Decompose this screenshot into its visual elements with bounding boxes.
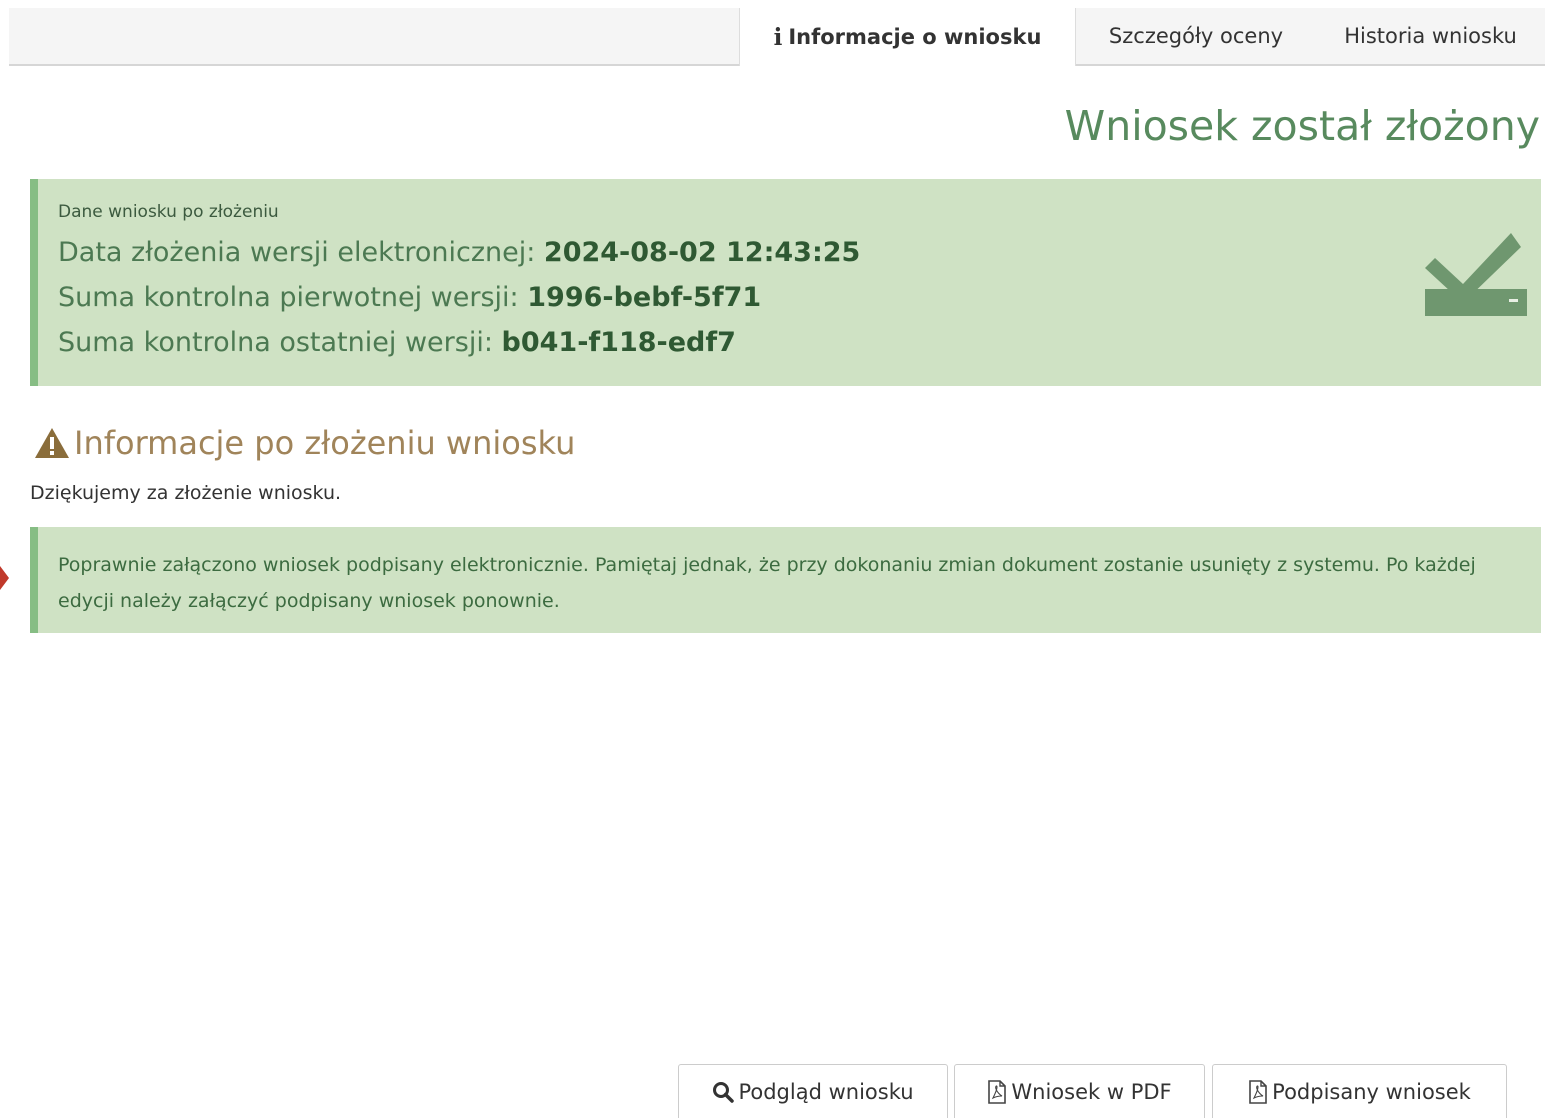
submission-date-value: 2024-08-02 12:43:25 xyxy=(543,237,861,268)
page-title: Wniosek został złożony xyxy=(1064,102,1540,150)
tab-bar: i Informacje o wniosku Szczegóły oceny H… xyxy=(9,8,1545,66)
info-icon: i xyxy=(773,23,783,51)
button-label: Podgląd wniosku xyxy=(738,1080,914,1104)
tab-application-info[interactable]: i Informacje o wniosku xyxy=(739,8,1076,66)
original-checksum-row: Suma kontrolna pierwotnej wersji: 1996-b… xyxy=(58,282,761,313)
tab-bar-filler xyxy=(9,8,739,66)
info-section-heading: Informacje po złożeniu wniosku xyxy=(34,424,575,462)
signed-application-button[interactable]: Podpisany wniosek xyxy=(1212,1064,1507,1118)
pdf-application-button[interactable]: Wniosek w PDF xyxy=(954,1064,1205,1118)
preview-application-button[interactable]: Podgląd wniosku xyxy=(678,1064,948,1118)
tab-application-history[interactable]: Historia wniosku xyxy=(1316,8,1545,66)
search-icon xyxy=(713,1082,735,1103)
submission-caption: Dane wniosku po złożeniu xyxy=(58,202,279,222)
check-inbox-icon xyxy=(1425,233,1527,316)
submission-date-label: Data złożenia wersji elektronicznej: xyxy=(58,237,536,268)
thanks-message: Dziękujemy za złożenie wniosku. xyxy=(30,482,342,504)
latest-checksum-label: Suma kontrolna ostatniej wersji: xyxy=(58,327,493,358)
button-label: Podpisany wniosek xyxy=(1272,1080,1471,1104)
pdf-file-icon xyxy=(988,1080,1007,1104)
tab-label: Informacje o wniosku xyxy=(788,25,1042,49)
original-checksum-label: Suma kontrolna pierwotnej wersji: xyxy=(58,282,519,313)
submission-data-panel: Dane wniosku po złożeniu Data złożenia w… xyxy=(30,179,1541,386)
warning-icon xyxy=(35,428,69,458)
pdf-file-icon xyxy=(1249,1080,1267,1104)
application-page: i Informacje o wniosku Szczegóły oceny H… xyxy=(0,0,1545,1118)
tab-evaluation-details[interactable]: Szczegóły oceny xyxy=(1076,8,1316,66)
latest-checksum-row: Suma kontrolna ostatniej wersji: b041-f1… xyxy=(58,327,736,358)
button-label: Wniosek w PDF xyxy=(1011,1080,1172,1104)
latest-checksum-value: b041-f118-edf7 xyxy=(501,327,736,358)
original-checksum-value: 1996-bebf-5f71 xyxy=(527,282,762,313)
tab-label: Historia wniosku xyxy=(1344,24,1517,48)
submission-date-row: Data złożenia wersji elektronicznej: 202… xyxy=(58,237,860,268)
info-section-heading-text: Informacje po złożeniu wniosku xyxy=(74,424,576,462)
side-marker xyxy=(0,566,9,590)
signed-attachment-notice: Poprawnie załączono wniosek podpisany el… xyxy=(30,527,1541,633)
tab-label: Szczegóły oceny xyxy=(1108,24,1284,48)
notice-text: Poprawnie załączono wniosek podpisany el… xyxy=(58,554,1476,612)
